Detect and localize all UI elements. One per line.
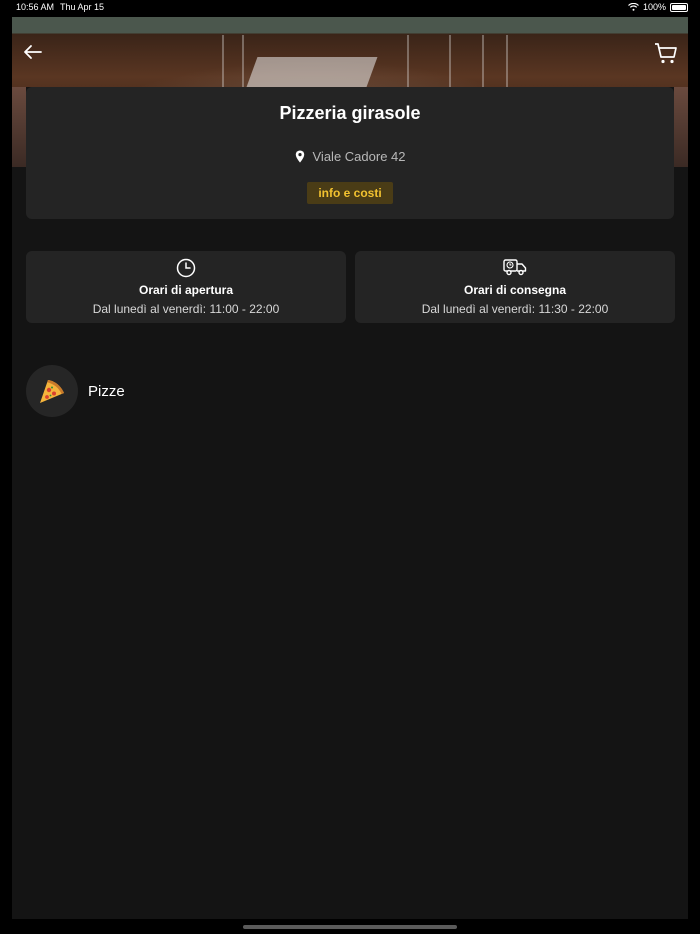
back-button[interactable]: [22, 41, 44, 63]
delivery-hours-icon-wrap: [355, 258, 675, 276]
delivery-truck-icon: [503, 259, 527, 276]
hero-edge: [674, 87, 688, 167]
delivery-hours-title: Orari di consegna: [463, 283, 567, 297]
hero-glass: [407, 35, 451, 95]
address-row: Viale Cadore 42: [26, 149, 674, 164]
category-item-pizze[interactable]: Pizze: [26, 365, 125, 417]
wifi-icon: [628, 3, 639, 11]
hero-edge: [12, 87, 26, 167]
hero-glass: [222, 35, 244, 95]
delivery-hours-text: Dal lunedì al venerdì: 11:30 - 22:00: [421, 302, 609, 316]
status-time: 10:56 AM: [16, 2, 55, 12]
opening-hours-icon-wrap: [26, 258, 346, 278]
opening-hours-title: Orari di apertura: [138, 283, 234, 297]
cart-button[interactable]: [654, 41, 678, 65]
category-label: Pizze: [88, 382, 125, 400]
clock-icon: [176, 258, 196, 278]
location-pin-icon: [295, 150, 304, 163]
status-date: Thu Apr 15: [60, 2, 105, 12]
battery-percentage: 100%: [642, 2, 666, 12]
opening-hours-text: Dal lunedì al venerdì: 11:00 - 22:00: [92, 302, 280, 316]
restaurant-address: Viale Cadore 42: [312, 149, 406, 164]
pizza-slice-icon: [40, 380, 64, 403]
cart-icon: [655, 43, 677, 64]
restaurant-screen: Pizzeria girasole Viale Cadore 42 info e…: [12, 17, 688, 919]
hero-glass: [482, 35, 508, 95]
info-costs-button[interactable]: info e costi: [307, 182, 393, 204]
status-bar: 10:56 AM Thu Apr 15 100%: [0, 0, 700, 14]
home-indicator[interactable]: [243, 925, 457, 929]
battery-icon: [670, 2, 688, 12]
hero-napkin: [246, 57, 378, 87]
restaurant-info-card: Pizzeria girasole Viale Cadore 42 info e…: [26, 87, 674, 219]
opening-hours-card: Orari di apertura Dal lunedì al venerdì:…: [26, 251, 346, 323]
status-right: 100%: [628, 2, 688, 12]
restaurant-name: Pizzeria girasole: [279, 103, 421, 123]
category-avatar: [26, 365, 78, 417]
arrow-left-icon: [24, 45, 42, 59]
delivery-hours-card: Orari di consegna Dal lunedì al venerdì:…: [355, 251, 675, 323]
